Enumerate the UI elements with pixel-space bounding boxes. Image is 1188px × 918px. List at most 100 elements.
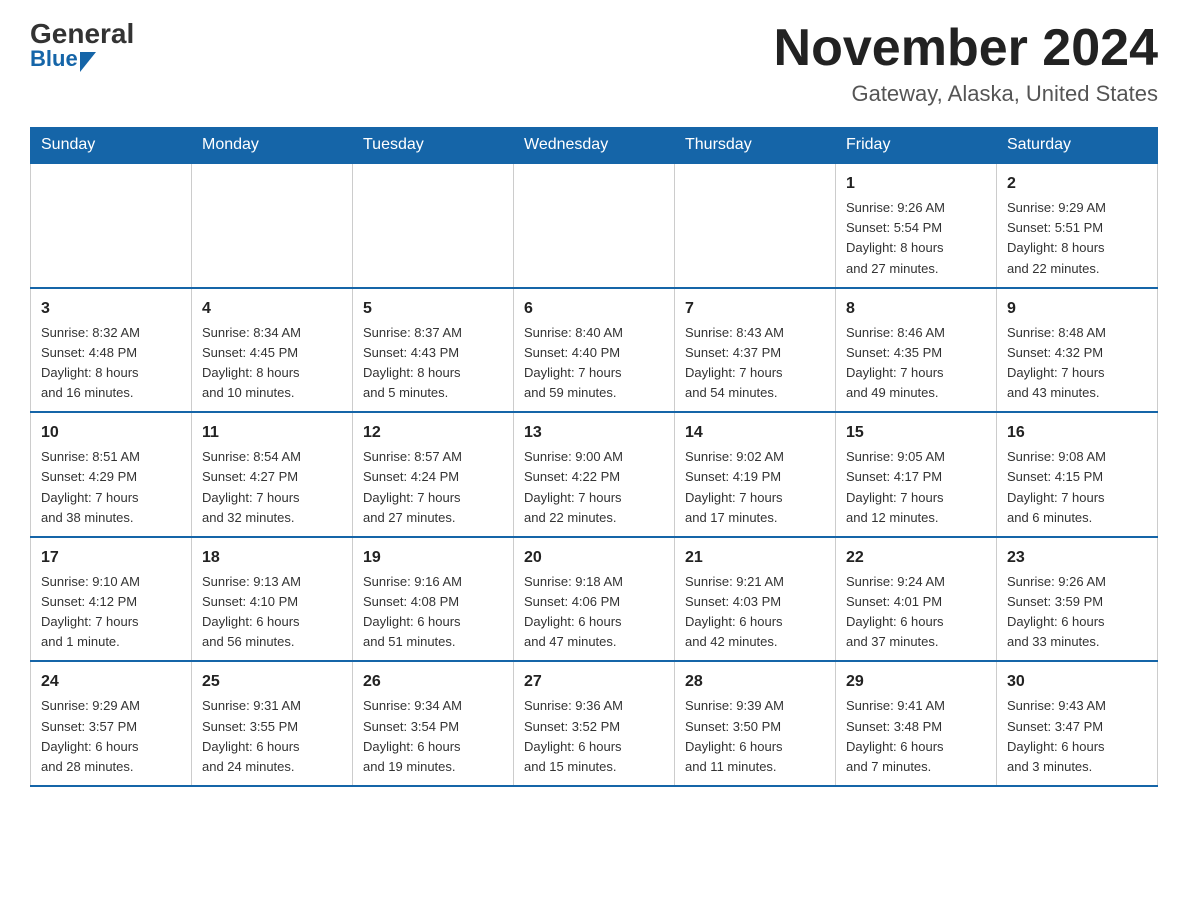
day-info: Sunrise: 9:31 AMSunset: 3:55 PMDaylight:…: [202, 696, 342, 777]
day-info: Sunrise: 9:16 AMSunset: 4:08 PMDaylight:…: [363, 572, 503, 653]
header-friday: Friday: [836, 128, 997, 164]
calendar-cell: 15Sunrise: 9:05 AMSunset: 4:17 PMDayligh…: [836, 412, 997, 537]
day-number: 6: [524, 297, 664, 321]
day-info: Sunrise: 9:00 AMSunset: 4:22 PMDaylight:…: [524, 447, 664, 528]
logo: General Blue: [30, 20, 134, 70]
day-info: Sunrise: 9:43 AMSunset: 3:47 PMDaylight:…: [1007, 696, 1147, 777]
calendar-cell: 11Sunrise: 8:54 AMSunset: 4:27 PMDayligh…: [192, 412, 353, 537]
calendar-cell: 20Sunrise: 9:18 AMSunset: 4:06 PMDayligh…: [514, 537, 675, 662]
header-sunday: Sunday: [31, 128, 192, 164]
calendar-cell: 10Sunrise: 8:51 AMSunset: 4:29 PMDayligh…: [31, 412, 192, 537]
calendar-cell: 19Sunrise: 9:16 AMSunset: 4:08 PMDayligh…: [353, 537, 514, 662]
day-number: 25: [202, 670, 342, 694]
day-number: 3: [41, 297, 181, 321]
day-number: 8: [846, 297, 986, 321]
calendar-cell: 9Sunrise: 8:48 AMSunset: 4:32 PMDaylight…: [997, 288, 1158, 413]
day-info: Sunrise: 8:46 AMSunset: 4:35 PMDaylight:…: [846, 323, 986, 404]
header-wednesday: Wednesday: [514, 128, 675, 164]
day-number: 18: [202, 546, 342, 570]
day-info: Sunrise: 9:18 AMSunset: 4:06 PMDaylight:…: [524, 572, 664, 653]
day-number: 12: [363, 421, 503, 445]
day-number: 5: [363, 297, 503, 321]
day-info: Sunrise: 9:08 AMSunset: 4:15 PMDaylight:…: [1007, 447, 1147, 528]
calendar-week-row: 24Sunrise: 9:29 AMSunset: 3:57 PMDayligh…: [31, 661, 1158, 786]
day-number: 23: [1007, 546, 1147, 570]
header-thursday: Thursday: [675, 128, 836, 164]
calendar-cell: 16Sunrise: 9:08 AMSunset: 4:15 PMDayligh…: [997, 412, 1158, 537]
calendar-week-row: 10Sunrise: 8:51 AMSunset: 4:29 PMDayligh…: [31, 412, 1158, 537]
day-info: Sunrise: 9:26 AMSunset: 3:59 PMDaylight:…: [1007, 572, 1147, 653]
day-number: 16: [1007, 421, 1147, 445]
calendar-cell: 13Sunrise: 9:00 AMSunset: 4:22 PMDayligh…: [514, 412, 675, 537]
day-info: Sunrise: 9:41 AMSunset: 3:48 PMDaylight:…: [846, 696, 986, 777]
day-number: 22: [846, 546, 986, 570]
page-header: General Blue November 2024 Gateway, Alas…: [30, 20, 1158, 107]
day-info: Sunrise: 9:29 AMSunset: 5:51 PMDaylight:…: [1007, 198, 1147, 279]
header-tuesday: Tuesday: [353, 128, 514, 164]
calendar-cell: 26Sunrise: 9:34 AMSunset: 3:54 PMDayligh…: [353, 661, 514, 786]
day-number: 2: [1007, 172, 1147, 196]
day-number: 11: [202, 421, 342, 445]
calendar-cell: [353, 163, 514, 288]
calendar-cell: 25Sunrise: 9:31 AMSunset: 3:55 PMDayligh…: [192, 661, 353, 786]
calendar-cell: 1Sunrise: 9:26 AMSunset: 5:54 PMDaylight…: [836, 163, 997, 288]
day-info: Sunrise: 9:21 AMSunset: 4:03 PMDaylight:…: [685, 572, 825, 653]
day-info: Sunrise: 8:40 AMSunset: 4:40 PMDaylight:…: [524, 323, 664, 404]
calendar-week-row: 3Sunrise: 8:32 AMSunset: 4:48 PMDaylight…: [31, 288, 1158, 413]
day-info: Sunrise: 8:48 AMSunset: 4:32 PMDaylight:…: [1007, 323, 1147, 404]
calendar-cell: 6Sunrise: 8:40 AMSunset: 4:40 PMDaylight…: [514, 288, 675, 413]
day-number: 29: [846, 670, 986, 694]
day-info: Sunrise: 9:13 AMSunset: 4:10 PMDaylight:…: [202, 572, 342, 653]
day-number: 13: [524, 421, 664, 445]
day-info: Sunrise: 8:34 AMSunset: 4:45 PMDaylight:…: [202, 323, 342, 404]
calendar-cell: 5Sunrise: 8:37 AMSunset: 4:43 PMDaylight…: [353, 288, 514, 413]
calendar-week-row: 17Sunrise: 9:10 AMSunset: 4:12 PMDayligh…: [31, 537, 1158, 662]
calendar-week-row: 1Sunrise: 9:26 AMSunset: 5:54 PMDaylight…: [31, 163, 1158, 288]
day-info: Sunrise: 9:34 AMSunset: 3:54 PMDaylight:…: [363, 696, 503, 777]
day-number: 28: [685, 670, 825, 694]
calendar-cell: [514, 163, 675, 288]
day-info: Sunrise: 8:32 AMSunset: 4:48 PMDaylight:…: [41, 323, 181, 404]
day-info: Sunrise: 8:51 AMSunset: 4:29 PMDaylight:…: [41, 447, 181, 528]
calendar-cell: 2Sunrise: 9:29 AMSunset: 5:51 PMDaylight…: [997, 163, 1158, 288]
calendar-cell: 8Sunrise: 8:46 AMSunset: 4:35 PMDaylight…: [836, 288, 997, 413]
day-number: 27: [524, 670, 664, 694]
day-number: 30: [1007, 670, 1147, 694]
day-info: Sunrise: 9:24 AMSunset: 4:01 PMDaylight:…: [846, 572, 986, 653]
calendar-cell: 14Sunrise: 9:02 AMSunset: 4:19 PMDayligh…: [675, 412, 836, 537]
location-subtitle: Gateway, Alaska, United States: [774, 81, 1158, 107]
day-info: Sunrise: 9:05 AMSunset: 4:17 PMDaylight:…: [846, 447, 986, 528]
calendar-body: 1Sunrise: 9:26 AMSunset: 5:54 PMDaylight…: [31, 163, 1158, 786]
calendar-cell: 24Sunrise: 9:29 AMSunset: 3:57 PMDayligh…: [31, 661, 192, 786]
calendar-cell: 30Sunrise: 9:43 AMSunset: 3:47 PMDayligh…: [997, 661, 1158, 786]
day-info: Sunrise: 8:43 AMSunset: 4:37 PMDaylight:…: [685, 323, 825, 404]
calendar-cell: [675, 163, 836, 288]
day-number: 24: [41, 670, 181, 694]
day-number: 1: [846, 172, 986, 196]
day-number: 14: [685, 421, 825, 445]
header-monday: Monday: [192, 128, 353, 164]
month-title: November 2024: [774, 20, 1158, 77]
calendar-cell: 29Sunrise: 9:41 AMSunset: 3:48 PMDayligh…: [836, 661, 997, 786]
day-info: Sunrise: 9:39 AMSunset: 3:50 PMDaylight:…: [685, 696, 825, 777]
calendar-cell: 3Sunrise: 8:32 AMSunset: 4:48 PMDaylight…: [31, 288, 192, 413]
calendar-cell: 22Sunrise: 9:24 AMSunset: 4:01 PMDayligh…: [836, 537, 997, 662]
logo-arrow-icon: [80, 52, 96, 72]
calendar-cell: [192, 163, 353, 288]
day-info: Sunrise: 8:54 AMSunset: 4:27 PMDaylight:…: [202, 447, 342, 528]
calendar-table: Sunday Monday Tuesday Wednesday Thursday…: [30, 127, 1158, 787]
calendar-cell: 18Sunrise: 9:13 AMSunset: 4:10 PMDayligh…: [192, 537, 353, 662]
day-number: 20: [524, 546, 664, 570]
day-info: Sunrise: 9:10 AMSunset: 4:12 PMDaylight:…: [41, 572, 181, 653]
header-saturday: Saturday: [997, 128, 1158, 164]
day-number: 7: [685, 297, 825, 321]
title-section: November 2024 Gateway, Alaska, United St…: [774, 20, 1158, 107]
calendar-cell: 21Sunrise: 9:21 AMSunset: 4:03 PMDayligh…: [675, 537, 836, 662]
day-number: 17: [41, 546, 181, 570]
calendar-cell: 4Sunrise: 8:34 AMSunset: 4:45 PMDaylight…: [192, 288, 353, 413]
day-info: Sunrise: 8:57 AMSunset: 4:24 PMDaylight:…: [363, 447, 503, 528]
calendar-cell: 12Sunrise: 8:57 AMSunset: 4:24 PMDayligh…: [353, 412, 514, 537]
calendar-header: Sunday Monday Tuesday Wednesday Thursday…: [31, 128, 1158, 164]
calendar-cell: 7Sunrise: 8:43 AMSunset: 4:37 PMDaylight…: [675, 288, 836, 413]
weekday-header-row: Sunday Monday Tuesday Wednesday Thursday…: [31, 128, 1158, 164]
